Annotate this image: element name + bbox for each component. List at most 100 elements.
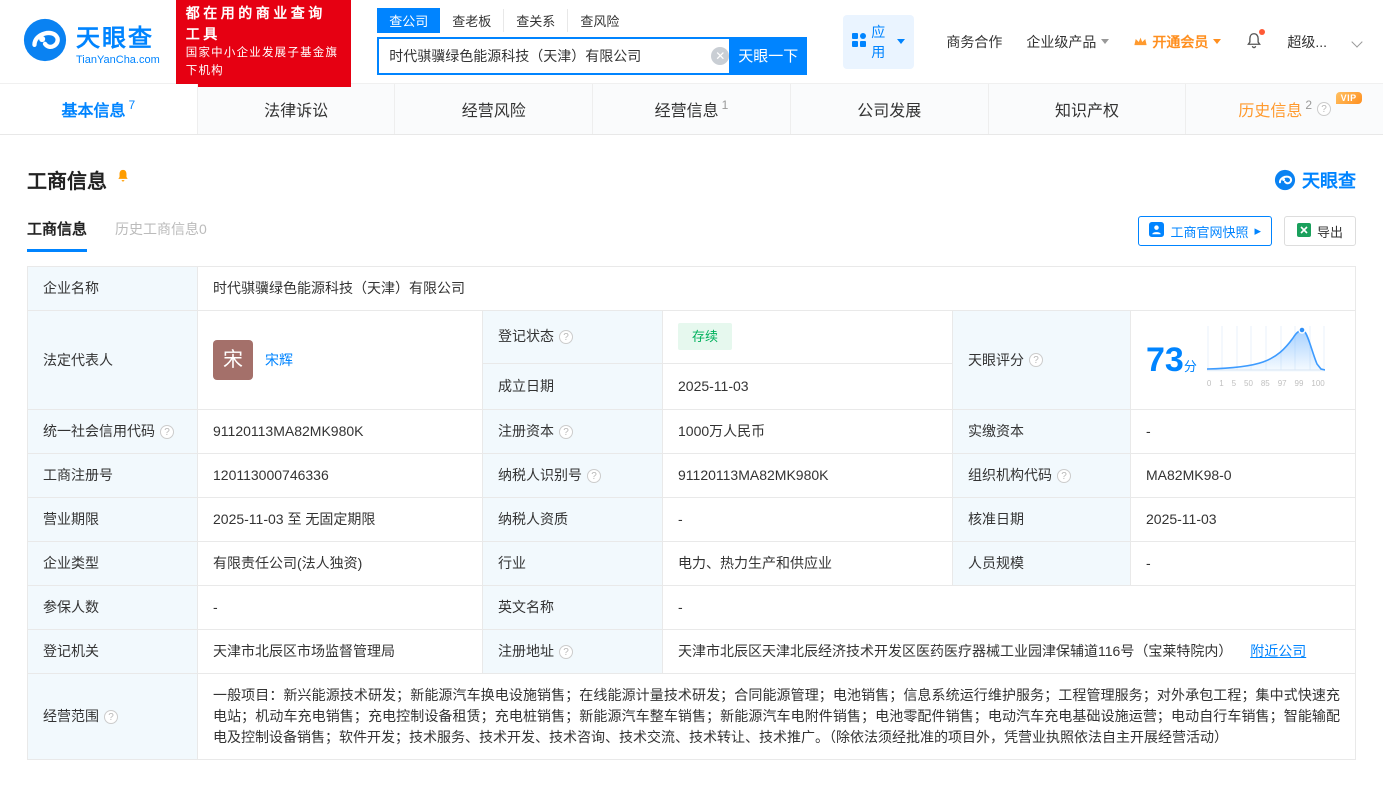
- company-type-label: 企业类型: [28, 542, 198, 586]
- tab-company-development[interactable]: 公司发展: [791, 84, 989, 134]
- chevron-down-icon[interactable]: [1351, 36, 1362, 47]
- official-snapshot-button[interactable]: 工商官网快照 ▸: [1138, 216, 1272, 246]
- enterprise-product-label: 企业级产品: [1026, 32, 1096, 52]
- taxpayer-id-value: 91120113MA82MK980K: [663, 454, 953, 498]
- legal-rep-name-link[interactable]: 宋辉: [265, 350, 293, 371]
- tab-label: 经营信息: [655, 97, 719, 121]
- chevron-right-icon: ▸: [1254, 223, 1261, 239]
- search-tabs: 查公司 查老板 查关系 查风险: [377, 9, 807, 33]
- legal-rep-label: 法定代表人: [28, 311, 198, 410]
- enterprise-product-menu[interactable]: 企业级产品: [1026, 32, 1109, 52]
- tianyancha-logo-icon: [22, 17, 68, 66]
- establish-date-label: 成立日期: [483, 363, 663, 409]
- vip-badge: VIP: [1336, 92, 1362, 104]
- credit-code-value: 91120113MA82MK980K: [198, 410, 483, 454]
- super-vip-link[interactable]: 超级...: [1287, 32, 1327, 52]
- logo-subtitle: TianYanCha.com: [76, 54, 160, 66]
- business-reg-no-value: 120113000746336: [198, 454, 483, 498]
- tab-count: 7: [129, 98, 136, 112]
- company-nav-tabs: 基本信息7 法律诉讼 经营风险 经营信息1 公司发展 知识产权 历史信息2 ? …: [0, 83, 1383, 135]
- industry-value: 电力、热力生产和供应业: [663, 542, 953, 586]
- help-icon[interactable]: ?: [104, 710, 118, 724]
- logo-title: 天眼查: [76, 18, 160, 53]
- tab-count: 2: [1305, 98, 1312, 112]
- score-cell: 73分: [1131, 311, 1356, 410]
- tab-legal-proceedings[interactable]: 法律诉讼: [198, 84, 396, 134]
- clear-search-icon[interactable]: ✕: [711, 47, 729, 65]
- registered-address-label: 注册地址?: [483, 630, 663, 674]
- tab-label: 基本信息: [62, 97, 126, 121]
- score-label: 天眼评分?: [953, 311, 1131, 410]
- business-term-value: 2025-11-03 至 无固定期限: [198, 498, 483, 542]
- help-icon[interactable]: ?: [587, 469, 601, 483]
- tab-intellectual-property[interactable]: 知识产权: [989, 84, 1187, 134]
- registered-address-value: 天津市北辰区天津北辰经济技术开发区医药医疗器械工业园津保辅道116号（宝莱特院内…: [678, 643, 1232, 659]
- search-tab-relation[interactable]: 查关系: [503, 9, 567, 32]
- header-right-links: 商务合作 企业级产品 开通会员 超级...: [946, 31, 1361, 53]
- english-name-label: 英文名称: [483, 586, 663, 630]
- tab-label: 公司发展: [857, 97, 921, 121]
- subscribe-bell-icon[interactable]: [115, 168, 131, 191]
- apps-label: 应用: [871, 22, 887, 62]
- table-row: 参保人数 - 英文名称 -: [28, 586, 1356, 630]
- help-icon[interactable]: ?: [559, 645, 573, 659]
- search-tab-boss[interactable]: 查老板: [440, 9, 503, 32]
- english-name-value: -: [663, 586, 1356, 630]
- help-icon[interactable]: ?: [1317, 102, 1331, 116]
- business-scope-label: 经营范围?: [28, 674, 198, 760]
- registry-authority-label: 登记机关: [28, 630, 198, 674]
- registry-authority-value: 天津市北辰区市场监督管理局: [198, 630, 483, 674]
- search-tab-risk[interactable]: 查风险: [567, 9, 631, 32]
- help-icon[interactable]: ?: [1057, 469, 1071, 483]
- table-row: 企业名称 时代骐骥绿色能源科技（天津）有限公司: [28, 267, 1356, 311]
- tab-operating-risk[interactable]: 经营风险: [395, 84, 593, 134]
- paidin-capital-label: 实缴资本: [953, 410, 1131, 454]
- subtab-business-info[interactable]: 工商信息: [27, 218, 87, 252]
- chevron-down-icon: [1213, 39, 1221, 44]
- search-button[interactable]: 天眼一下: [729, 37, 807, 75]
- table-row: 工商注册号 120113000746336 纳税人识别号? 91120113MA…: [28, 454, 1356, 498]
- help-icon[interactable]: ?: [160, 425, 174, 439]
- legal-rep-avatar[interactable]: 宋: [213, 340, 253, 380]
- business-reg-no-label: 工商注册号: [28, 454, 198, 498]
- paidin-capital-value: -: [1131, 410, 1356, 454]
- company-type-value: 有限责任公司(法人独资): [198, 542, 483, 586]
- business-term-label: 营业期限: [28, 498, 198, 542]
- slogan-line2: 国家中小企业发展子基金旗下机构: [186, 45, 342, 80]
- help-icon[interactable]: ?: [559, 425, 573, 439]
- insured-count-label: 参保人数: [28, 586, 198, 630]
- reg-status-label: 登记状态?: [483, 311, 663, 364]
- chevron-down-icon: [1101, 39, 1109, 44]
- notifications-bell-icon[interactable]: [1245, 31, 1263, 53]
- score-axis: 01550859799100: [1207, 373, 1325, 394]
- search-area: 查公司 查老板 查关系 查风险 ✕ 天眼一下: [377, 9, 807, 75]
- tianyancha-logo[interactable]: 天眼查 TianYanCha.com: [22, 17, 160, 66]
- tab-label: 经营风险: [462, 97, 526, 121]
- tab-history-info[interactable]: 历史信息2 ? VIP: [1186, 84, 1383, 134]
- business-cooperation-link[interactable]: 商务合作: [946, 32, 1002, 52]
- export-label: 导出: [1317, 222, 1343, 241]
- subtab-history-business-info[interactable]: 历史工商信息0: [115, 219, 207, 251]
- tab-basic-info[interactable]: 基本信息7: [0, 84, 198, 134]
- registered-address-cell: 天津市北辰区天津北辰经济技术开发区医药医疗器械工业园津保辅道116号（宝莱特院内…: [663, 630, 1356, 674]
- apps-menu-button[interactable]: 应用: [843, 15, 914, 69]
- registered-capital-label: 注册资本?: [483, 410, 663, 454]
- crown-icon: [1133, 34, 1148, 50]
- score-value: 73: [1146, 341, 1184, 379]
- org-code-label: 组织机构代码?: [953, 454, 1131, 498]
- excel-icon: [1297, 223, 1311, 240]
- help-icon[interactable]: ?: [1029, 353, 1043, 367]
- open-vip-menu[interactable]: 开通会员: [1133, 32, 1221, 52]
- export-button[interactable]: 导出: [1284, 216, 1356, 246]
- nearby-companies-link[interactable]: 附近公司: [1250, 643, 1306, 659]
- tab-operating-info[interactable]: 经营信息1: [593, 84, 791, 134]
- approval-date-label: 核准日期: [953, 498, 1131, 542]
- legal-rep-cell: 宋 宋辉: [198, 311, 483, 410]
- search-tab-company[interactable]: 查公司: [377, 8, 440, 33]
- taxpayer-id-label: 纳税人识别号?: [483, 454, 663, 498]
- establish-date-value: 2025-11-03: [663, 363, 953, 409]
- main-content: 工商信息 天眼查 工商信息 历史工商信息0 工商官网快照 ▸: [0, 165, 1383, 760]
- search-input[interactable]: [377, 37, 737, 75]
- snapshot-label: 工商官网快照: [1170, 222, 1248, 241]
- help-icon[interactable]: ?: [559, 330, 573, 344]
